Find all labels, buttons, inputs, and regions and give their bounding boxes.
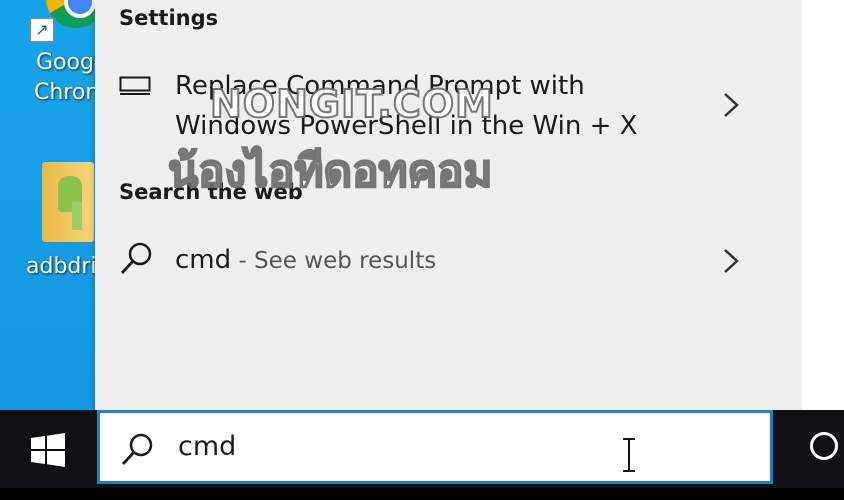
desktop: ↗ Goog Chron adbdri [0,0,106,410]
search-icon [119,240,155,280]
taskbar-search-box[interactable]: cmd [97,410,773,484]
web-result-query: cmd [175,245,232,275]
android-file-icon [72,202,82,230]
settings-section-header: Settings [119,6,219,30]
desktop-icon-label-line2: Chron [34,80,100,105]
start-button[interactable] [0,410,95,488]
search-input[interactable]: cmd [178,431,236,462]
monitor-icon [119,76,151,100]
search-icon [120,431,156,471]
web-result-suffix: - See web results [231,248,437,274]
desktop-icon-label: adbdri [26,254,97,279]
text-cursor-icon [620,437,638,477]
shortcut-arrow-icon: ↗ [30,18,54,42]
web-result-text: cmd - See web results [175,240,436,281]
web-result-item[interactable]: cmd - See web results [95,236,802,286]
chevron-right-icon[interactable] [719,90,743,120]
chevron-right-icon[interactable] [719,246,743,276]
watermark-thai-text: น้องไอทีดอทคอม [167,145,493,198]
background-window-edge [802,0,844,410]
taskbar-bottom-edge [0,488,844,500]
desktop-icon-label-line1: Goog [36,50,94,75]
cortana-icon[interactable] [810,432,838,460]
windows-logo-icon [31,433,65,471]
watermark-text: NONGIT.COM [209,81,494,127]
